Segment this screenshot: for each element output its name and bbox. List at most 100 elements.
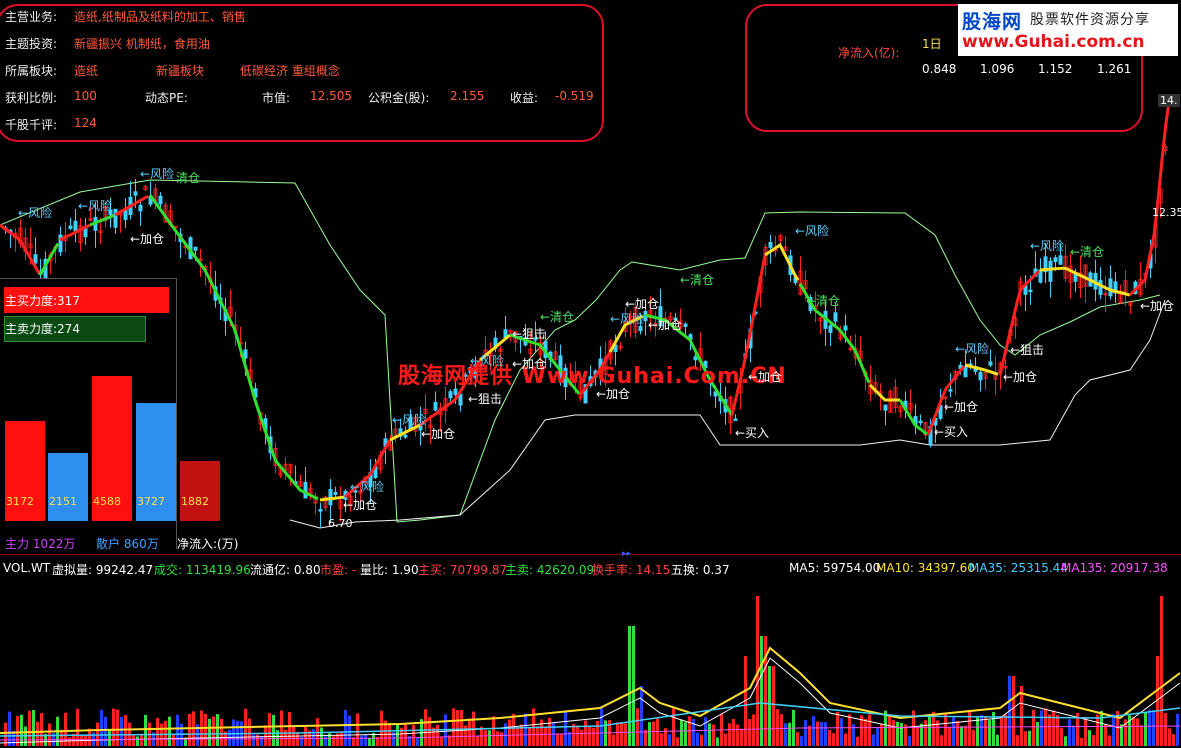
volume-bar: [772, 666, 775, 746]
volume-bar: [168, 716, 171, 746]
candle-body: [318, 509, 323, 512]
volume-bar: [724, 733, 727, 746]
signal-annotation: ←清仓: [540, 310, 575, 324]
net-inflow-period: 1日: [922, 37, 942, 51]
volume-bar: [656, 718, 659, 746]
volume-bar: [188, 714, 191, 746]
candle-body: [1053, 257, 1058, 263]
volume-bar: [260, 736, 263, 746]
candle-body: [948, 389, 953, 392]
volume-bar: [144, 714, 147, 746]
volume-bar: [896, 721, 899, 746]
volume-info-bar: VOL.WT 虚拟量: 99242.47 成交: 113419.96 流通亿: …: [0, 557, 1181, 577]
volume-bar: [8, 711, 11, 746]
trend-line-segment: [764, 242, 800, 281]
signal-annotation: ←加仓: [625, 297, 660, 311]
volume-bar: [16, 716, 19, 746]
signal-annotation: 清仓: [176, 171, 201, 185]
main-buy-force-label: 主买力度:317: [5, 294, 80, 308]
candle-body: [883, 404, 888, 411]
volume-bar: [872, 734, 875, 746]
profit-value: 100: [74, 89, 97, 103]
signal-annotation: ←风险: [610, 312, 645, 326]
net-inflow-value: 1.152: [1038, 62, 1073, 76]
volume-bar: [164, 720, 167, 746]
force-bar: [48, 453, 88, 521]
net-inflow-value: 1.096: [980, 62, 1015, 76]
signal-annotation: ←风险: [955, 342, 990, 356]
volume-bar: [820, 722, 823, 746]
logo-slogan: 股票软件资源分享: [1030, 12, 1150, 28]
scroll-marker-icon[interactable]: ▸▸: [622, 549, 631, 559]
volume-bar: [628, 626, 631, 746]
candle-body: [58, 234, 63, 253]
candle-body: [828, 325, 833, 333]
volume-bar: [1060, 727, 1063, 746]
volume-bar: [456, 710, 459, 746]
volume-bar: [812, 716, 815, 746]
signal-annotation: ←狙击: [512, 327, 547, 341]
volume-bar: [944, 712, 947, 746]
volume-bar: [216, 714, 219, 746]
volume-bar: [504, 723, 507, 746]
volume-bar: [808, 725, 811, 746]
price-label-right: 12.35: [1152, 206, 1181, 219]
volume-bar: [396, 724, 399, 746]
volume-bar: [704, 717, 707, 746]
volume-bar: [60, 729, 63, 746]
site-logo[interactable]: 股海网 股票软件资源分享 www.Guhai.com.cn: [958, 4, 1178, 56]
retail-label: 散户 860万: [96, 537, 159, 551]
force-bar-value: 4588: [93, 495, 121, 508]
volume-bar: [960, 726, 963, 746]
volume-bar: [616, 722, 619, 746]
volume-bar: [140, 734, 143, 746]
volume-bar: [304, 726, 307, 746]
volume-bar: [1040, 710, 1043, 746]
signal-annotation: ←加仓: [748, 370, 783, 384]
volume-bar: [364, 734, 367, 746]
reserve-fund-value: 2.155: [450, 89, 485, 103]
price-label-top: 14.: [1158, 94, 1180, 107]
volume-bar: [264, 725, 267, 746]
volume-bar: [68, 737, 71, 746]
signal-annotation: ←风险: [350, 480, 385, 494]
volume-bar: [268, 713, 271, 746]
volume-bar: [888, 714, 891, 746]
volume-bar: [272, 714, 275, 746]
volume-bar: [1028, 730, 1031, 746]
volume-bar: [952, 716, 955, 746]
vol-ratio: 量比: 1.90: [360, 563, 419, 577]
signal-annotation: ←清仓: [680, 273, 715, 287]
volume-bar: [332, 736, 335, 746]
volume-bar: [220, 718, 223, 746]
volume-bar: [452, 708, 455, 746]
candle-body: [843, 325, 848, 331]
vol-turnover: 成交: 113419.96: [154, 563, 251, 577]
volume-bar: [856, 736, 859, 746]
volume-bar: [32, 709, 35, 746]
signal-annotation: ←风险: [18, 206, 53, 220]
vol-main-buy: 主买: 70799.87: [418, 563, 508, 577]
volume-bar: [788, 722, 791, 746]
volume-bar: [124, 715, 127, 746]
volume-bar: [1048, 714, 1051, 746]
volume-bar: [1088, 730, 1091, 746]
volume-bar: [512, 713, 515, 746]
volume-bar: [380, 710, 383, 746]
volume-bar: [1024, 731, 1027, 746]
sector-value-2: 新疆板块: [156, 64, 205, 78]
volume-bar: [676, 737, 679, 746]
volume-bar: [648, 722, 651, 746]
volume-bar: [988, 720, 991, 746]
volume-bar: [580, 729, 583, 746]
volume-bar: [708, 723, 711, 746]
vol-indicator-name[interactable]: VOL.WT: [3, 561, 50, 575]
volume-bar: [1068, 719, 1071, 746]
net-inflow-value: 0.848: [922, 62, 957, 76]
volume-chart[interactable]: [0, 578, 1181, 748]
volume-bar: [564, 710, 567, 746]
volume-bar: [1072, 725, 1075, 746]
signal-annotation: ←买入: [735, 426, 770, 440]
volume-bar: [176, 714, 179, 746]
volume-bar: [892, 719, 895, 746]
